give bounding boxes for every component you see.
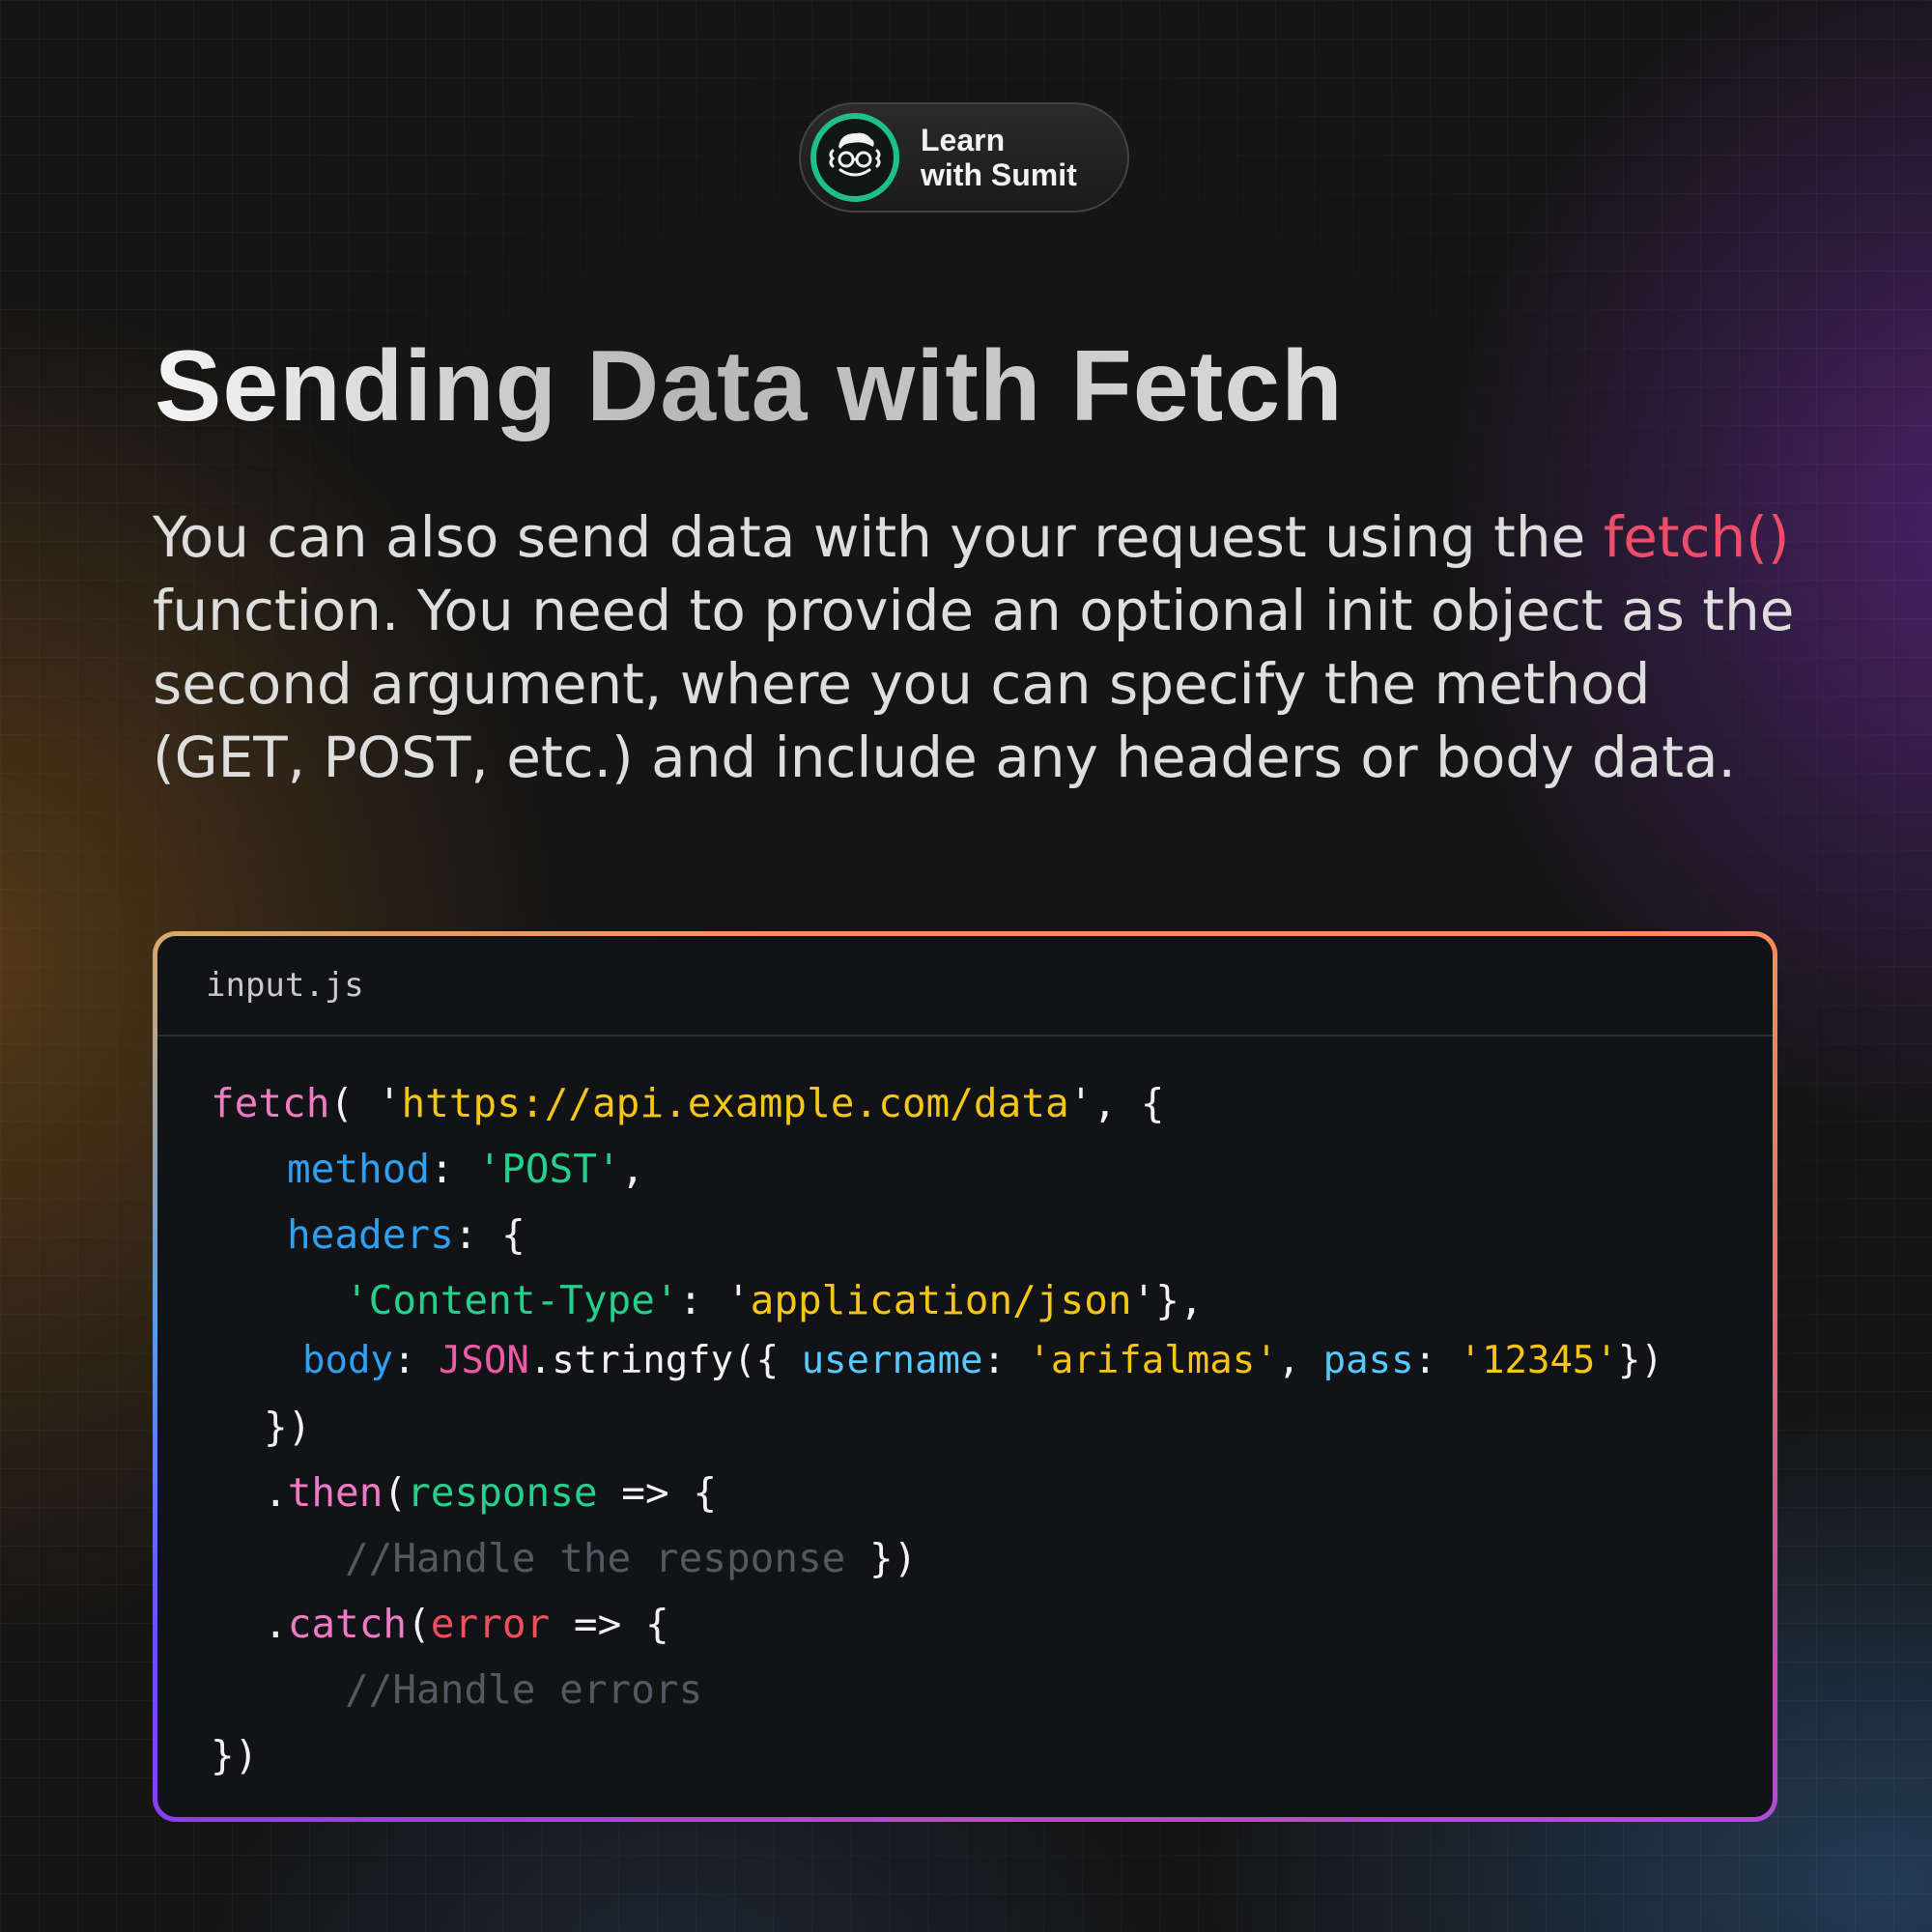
code-line: .then(response => { <box>264 1469 718 1516</box>
brand-name-line1: Learn <box>921 123 1006 157</box>
code-block: fetch( 'https://api.example.com/data', {… <box>157 1037 1773 1817</box>
description-text-end: function. You need to provide an optiona… <box>153 578 1795 790</box>
code-line: body: JSON.stringfy({ username: 'arifalm… <box>302 1339 1663 1382</box>
code-filename: input.js <box>206 966 364 1005</box>
code-card: input.js fetch( 'https://api.example.com… <box>153 931 1777 1822</box>
brand-badge: Learn with Sumit <box>799 102 1129 213</box>
code-line: //Handle the response }) <box>345 1535 918 1581</box>
code-line: }) <box>264 1404 312 1450</box>
fetch-highlight: fetch() <box>1603 504 1790 570</box>
code-line: fetch( 'https://api.example.com/data', { <box>211 1080 1165 1126</box>
code-line: method: 'POST', <box>287 1146 645 1192</box>
code-line: .catch(error => { <box>264 1601 669 1647</box>
description-paragraph: You can also send data with your request… <box>153 500 1814 794</box>
code-line: 'Content-Type': 'application/json'}, <box>345 1277 1204 1323</box>
developer-face-icon <box>810 113 899 202</box>
code-card-header: input.js <box>157 936 1773 1037</box>
description-text-start: You can also send data with your request… <box>153 504 1604 570</box>
code-line: }) <box>211 1732 259 1778</box>
brand-name-line2: with Sumit <box>921 157 1077 192</box>
code-line: //Handle errors <box>345 1666 703 1713</box>
page-title: Sending Data with Fetch <box>155 324 1344 449</box>
code-line: headers: { <box>287 1211 526 1258</box>
